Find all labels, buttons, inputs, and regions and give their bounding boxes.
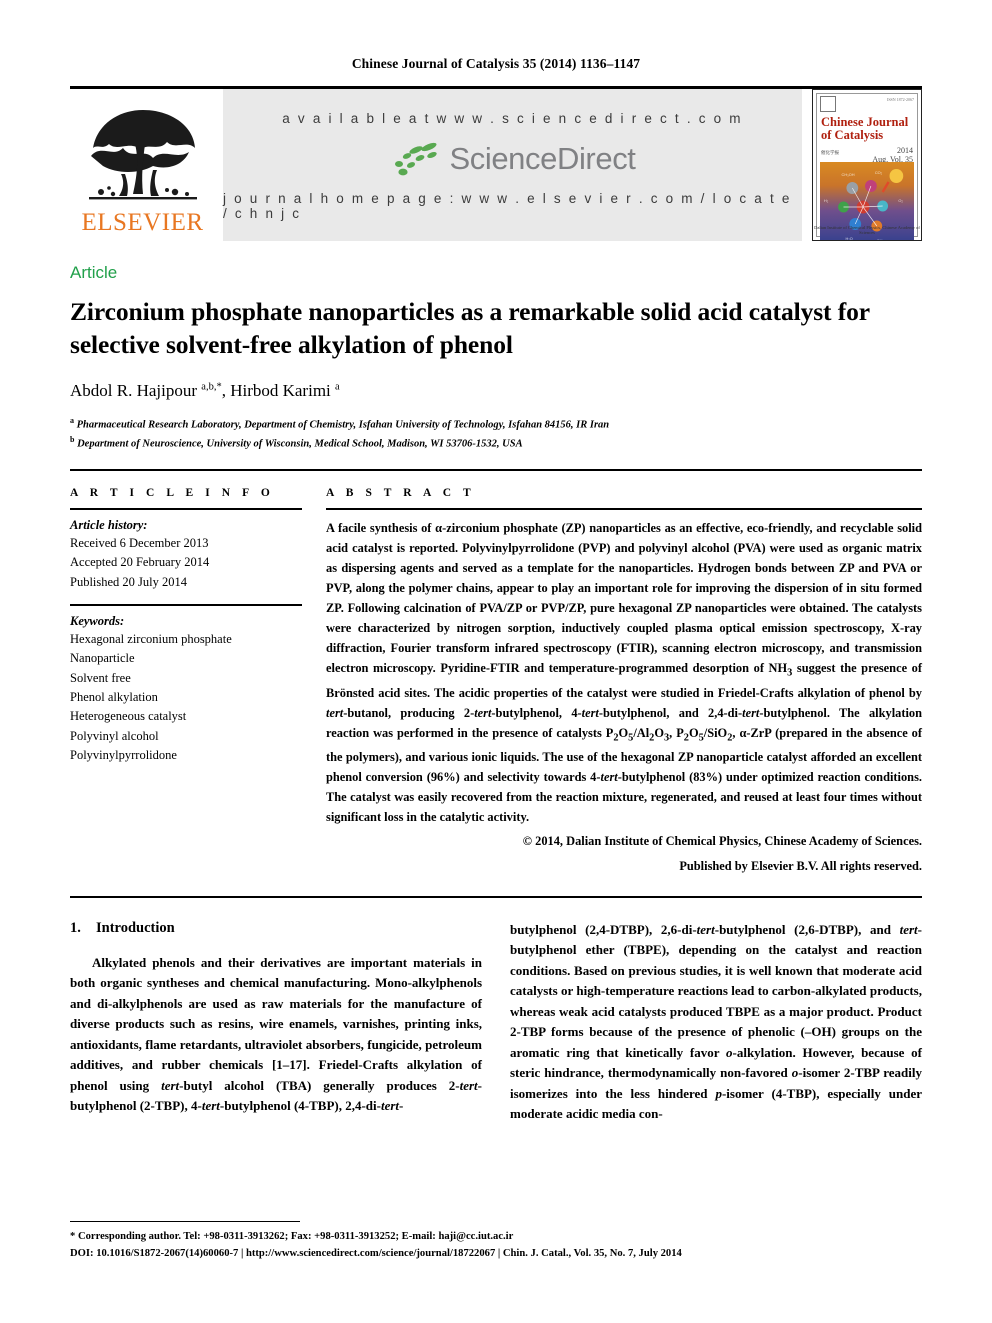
article-info-heading: A R T I C L E I N F O (70, 486, 275, 499)
elsevier-wordmark: ELSEVIER (81, 209, 204, 236)
article-history-published: Published 20 July 2014 (70, 574, 188, 589)
cover-year-value: 2014 (897, 146, 913, 155)
abstract-body-divider (70, 895, 922, 898)
intro-paragraph-right: butylphenol (2,4-DTBP), 2,6-di-tert-buty… (510, 921, 922, 1122)
author-list: Abdol R. Hajipour a,b,*, Hirbod Karimi a (70, 381, 340, 401)
abstract-text: A facile synthesis of α-zirconium phosph… (326, 520, 923, 825)
cover-title-line2: of Catalysis (821, 128, 884, 143)
article-info-rule (70, 507, 302, 510)
elsevier-logo: ELSEVIER (70, 89, 215, 241)
body-column-left: 1. Introduction Alkylated phenols and the… (70, 920, 482, 1125)
affiliation-text-b: Department of Neuroscience, University o… (77, 438, 523, 450)
cover-footer-text: Dalian Institute of Chemical Physics, Ch… (814, 225, 920, 235)
svg-text:CH₄: CH₄ (877, 238, 885, 241)
svg-text:CH₃OH: CH₃OH (842, 172, 855, 177)
svg-text:O₂: O₂ (898, 198, 903, 203)
keyword-item: Phenol alkylation (70, 690, 158, 705)
body-column-right: butylphenol (2,4-DTBP), 2,6-di-tert-buty… (510, 920, 922, 1125)
journal-cover-thumbnail[interactable]: ISSN 1872-2067 Chinese Journal of Cataly… (812, 89, 922, 241)
corresponding-author-note: * Corresponding author. Tel: +98-0311-39… (70, 1231, 514, 1243)
copyright-line-1: © 2014, Dalian Institute of Chemical Phy… (522, 834, 922, 849)
sciencedirect-leaves-icon (389, 142, 441, 176)
keywords-rule (70, 603, 302, 606)
affiliation-marker-b: b (70, 435, 75, 445)
article-type-label: Article (70, 263, 118, 282)
running-head: Chinese Journal of Catalysis 35 (2014) 1… (351, 56, 641, 71)
section-heading-introduction: 1. Introduction (70, 920, 482, 937)
copyright-line-2: Published by Elsevier B.V. All rights re… (679, 858, 922, 873)
header-divider (70, 468, 922, 471)
journal-article-page: Chinese Journal of Catalysis 35 (2014) 1… (0, 0, 992, 1323)
elsevier-tree-icon (83, 104, 203, 208)
abstract-heading: A B S T R A C T (326, 486, 476, 499)
keyword-item: Solvent free (70, 670, 131, 685)
abstract-rule (326, 507, 922, 510)
sciencedirect-wordmark: ScienceDirect (449, 140, 636, 176)
article-info-column: A R T I C L E I N F O Article history: R… (70, 487, 302, 876)
keyword-item: Heterogeneous catalyst (70, 709, 187, 724)
keyword-item: Nanoparticle (70, 651, 135, 666)
article-history-received: Received 6 December 2013 (70, 535, 209, 550)
body-columns: 1. Introduction Alkylated phenols and the… (70, 920, 922, 1125)
keyword-item: Hexagonal zirconium phosphate (70, 631, 232, 646)
cover-issn: ISSN 1872-2067 (886, 97, 914, 102)
article-history-accepted: Accepted 20 February 2014 (70, 555, 210, 570)
affiliation-marker-a: a (70, 416, 74, 426)
abstract-column: A B S T R A C T A facile synthesis of α-… (326, 487, 922, 876)
keyword-item: Polyvinyl alcohol (70, 728, 159, 743)
info-abstract-columns: A R T I C L E I N F O Article history: R… (70, 487, 922, 876)
page-title: Zirconium phosphate nanoparticles as a r… (70, 297, 870, 360)
affiliation-b: b Department of Neuroscience, University… (70, 434, 922, 453)
doi-line: DOI: 10.1016/S1872-2067(14)60060-7 | htt… (70, 1248, 682, 1260)
cover-elsevier-mark (820, 96, 836, 112)
keyword-item: Polyvinylpyrrolidone (70, 748, 177, 763)
affiliation-text-a: Pharmaceutical Research Laboratory, Depa… (76, 419, 610, 431)
page-footer: * Corresponding author. Tel: +98-0311-39… (70, 1221, 922, 1263)
svg-text:H₂: H₂ (824, 198, 829, 203)
sciencedirect-band: a v a i l a b l e a t w w w . s c i e n … (223, 89, 802, 241)
intro-paragraph-left: Alkylated phenols and their derivatives … (70, 954, 482, 1114)
section-number: 1. (70, 919, 81, 936)
svg-text:H₂O: H₂O (845, 236, 852, 241)
journal-masthead: ELSEVIER a v a i l a b l e a t w w w . s… (70, 86, 922, 241)
journal-homepage-text: j o u r n a l h o m e p a g e : w w w . … (223, 191, 792, 221)
cover-title: Chinese Journal of Catalysis (821, 115, 915, 143)
cover-subtitle: 催化学报 (821, 150, 839, 155)
footer-divider (70, 1221, 300, 1223)
article-history-title: Article history: (70, 517, 148, 532)
section-title: Introduction (96, 919, 175, 936)
affiliation-a: a Pharmaceutical Research Laboratory, De… (70, 415, 922, 434)
available-at-text: a v a i l a b l e a t w w w . s c i e n … (282, 111, 743, 126)
svg-text:CO₂: CO₂ (875, 170, 883, 175)
sciencedirect-logo[interactable]: ScienceDirect (389, 140, 636, 177)
affiliation-list: a Pharmaceutical Research Laboratory, De… (70, 415, 922, 453)
keywords-title: Keywords: (70, 613, 125, 628)
